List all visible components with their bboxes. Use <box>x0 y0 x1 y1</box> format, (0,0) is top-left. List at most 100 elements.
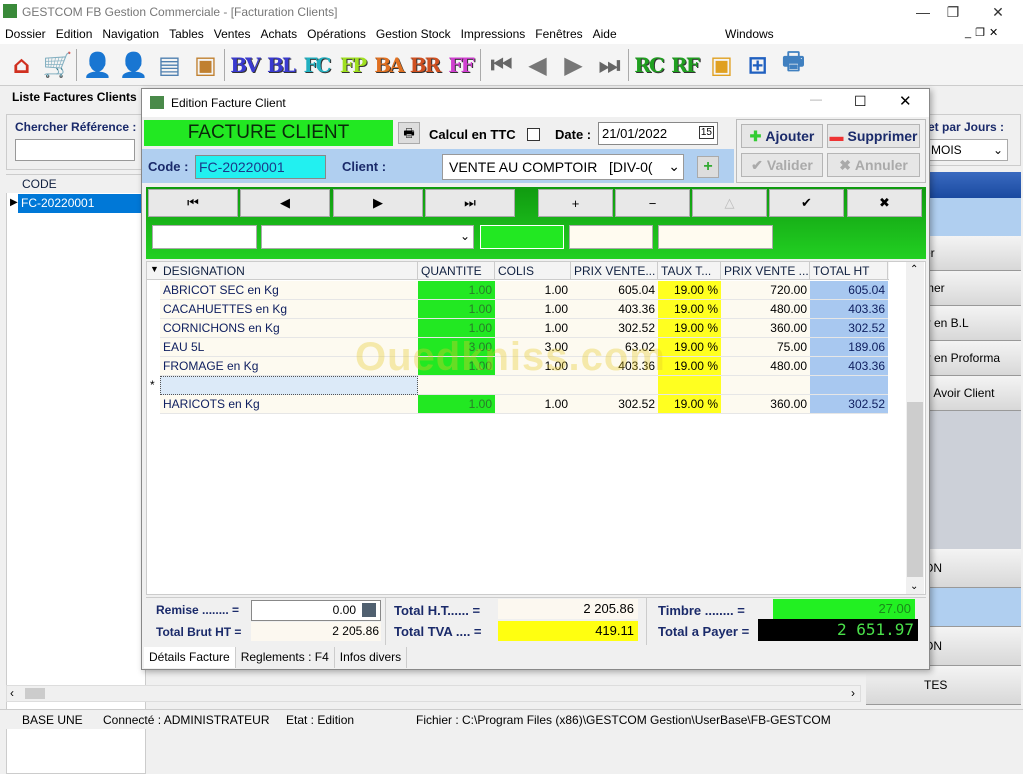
next-record-button[interactable]: ▶ <box>333 189 423 217</box>
edit-record-button[interactable]: △ <box>692 189 767 217</box>
network-icon[interactable]: ⊞ <box>740 48 773 82</box>
home-icon[interactable]: ⌂ <box>4 48 37 82</box>
toolbar-button-ba[interactable]: BA <box>372 48 405 82</box>
grid-cell-6[interactable]: 403.36 <box>810 357 888 376</box>
toolbar-button-rc[interactable]: RC <box>632 48 665 82</box>
filter-input-3[interactable] <box>569 225 653 249</box>
client-select[interactable]: VENTE AU COMPTOIR [DIV-0(⌄ <box>442 154 684 180</box>
grid-cell-5[interactable]: 720.00 <box>721 281 810 300</box>
grid-cell-6[interactable] <box>810 376 888 395</box>
tab-0[interactable]: Détails Facture <box>144 647 236 668</box>
menu-item[interactable]: Impressions <box>456 24 531 44</box>
toolbar-button-br[interactable]: BR <box>408 48 442 82</box>
filter-select[interactable]: ⌄ <box>261 225 474 249</box>
column-header[interactable]: QUANTITE <box>418 262 495 280</box>
calendar-icon[interactable]: 15 <box>698 126 714 139</box>
add-client-button[interactable]: + <box>697 156 719 178</box>
toolbar-button-fp[interactable]: FP <box>336 48 369 82</box>
menu-item[interactable]: Achats <box>255 24 302 44</box>
grid-cell-4[interactable]: 19.00 % <box>658 338 721 357</box>
column-header[interactable]: TOTAL HT <box>810 262 888 280</box>
supplier-icon[interactable]: 👤 <box>116 48 149 82</box>
grid-cell-5[interactable]: 75.00 <box>721 338 810 357</box>
menu-item[interactable]: Dossier <box>0 24 51 44</box>
column-code[interactable]: CODE <box>6 175 145 193</box>
prev-arrow-icon[interactable]: ◀ <box>520 48 553 82</box>
menu-item[interactable]: Navigation <box>97 24 164 44</box>
grid-cell-3[interactable]: 605.04 <box>571 281 658 300</box>
tab-2[interactable]: Infos divers <box>334 647 408 668</box>
grid-cell-0[interactable]: CACAHUETTES en Kg <box>160 300 418 319</box>
mdi-controls[interactable]: _❐✕ <box>965 26 1002 39</box>
column-header[interactable]: PRIX VENTE ... <box>721 262 810 280</box>
next-arrow-icon[interactable]: ▶ <box>556 48 589 82</box>
grid-cell-4[interactable]: 19.00 % <box>658 281 721 300</box>
grid-cell-6[interactable]: 302.52 <box>810 395 888 414</box>
box-icon[interactable]: ▣ <box>704 48 737 82</box>
column-header[interactable]: COLIS <box>495 262 571 280</box>
date-input[interactable]: 21/01/2022 15 <box>598 122 718 145</box>
calculator-icon[interactable] <box>362 603 376 617</box>
post-record-button[interactable]: ✔ <box>769 189 844 217</box>
cancel-button[interactable]: ✖ Annuler <box>827 153 920 177</box>
first-arrow-icon[interactable]: ⏮ <box>484 48 517 82</box>
dialog-maximize-button[interactable]: ☐ <box>854 93 867 110</box>
menu-item[interactable]: Edition <box>51 24 98 44</box>
grid-cell-4[interactable]: 19.00 % <box>658 319 721 338</box>
tab-1[interactable]: Reglements : F4 <box>235 647 335 668</box>
cart-icon[interactable]: 🛒 <box>40 48 73 82</box>
grid-cell-2[interactable]: 1.00 <box>495 395 571 414</box>
search-reference-input[interactable] <box>15 139 135 161</box>
filter-input-1[interactable] <box>152 225 257 249</box>
toolbar-button-fc[interactable]: FC <box>300 48 333 82</box>
grid-cell-1[interactable]: 1.00 <box>418 281 495 300</box>
filter-input-qty[interactable] <box>480 225 564 249</box>
menu-item[interactable]: Tables <box>164 24 209 44</box>
delete-record-button[interactable]: − <box>615 189 690 217</box>
grid-cell-1[interactable]: 1.00 <box>418 395 495 414</box>
toolbar-button-bv[interactable]: BV <box>228 48 261 82</box>
last-arrow-icon[interactable]: ⏭ <box>592 48 625 82</box>
menu-item[interactable]: Aide <box>588 24 622 44</box>
grid-cell-6[interactable]: 605.04 <box>810 281 888 300</box>
grid-cell-3[interactable]: 302.52 <box>571 395 658 414</box>
grid-cell-4[interactable]: 19.00 % <box>658 300 721 319</box>
print-icon[interactable]: 🖶 <box>398 122 420 144</box>
printer-icon[interactable]: 🖶 <box>776 47 809 82</box>
cancel-record-button[interactable]: ✖ <box>847 189 922 217</box>
toolbar-button-rf[interactable]: RF <box>668 48 701 82</box>
grid-cell-1[interactable]: 1.00 <box>418 300 495 319</box>
grid-cell-4[interactable] <box>658 376 721 395</box>
menu-item[interactable]: Opérations <box>302 24 371 44</box>
client-icon[interactable]: 👤 <box>80 48 113 82</box>
grid-cell-0[interactable]: HARICOTS en Kg <box>160 395 418 414</box>
grid-cell-5[interactable]: 480.00 <box>721 357 810 376</box>
calc-ttc-checkbox[interactable] <box>527 128 540 141</box>
right-bottom-item[interactable]: TES <box>866 666 1021 705</box>
menu-item[interactable]: Ventes <box>209 24 256 44</box>
code-input[interactable]: FC-20220001 <box>195 155 326 179</box>
add-record-button[interactable]: + <box>538 189 613 217</box>
grid-cell-2[interactable]: 1.00 <box>495 281 571 300</box>
grid-cell-6[interactable]: 403.36 <box>810 300 888 319</box>
dialog-minimize-button[interactable]: — <box>810 92 822 106</box>
grid-cell-5[interactable]: 360.00 <box>721 395 810 414</box>
column-header[interactable]: TAUX T... <box>658 262 721 280</box>
column-header[interactable]: PRIX VENTE... <box>571 262 658 280</box>
grid-cell-3[interactable]: 403.36 <box>571 300 658 319</box>
grid-cell-6[interactable]: 302.52 <box>810 319 888 338</box>
cash-register-icon[interactable]: ▤ <box>152 48 185 82</box>
last-record-button[interactable]: ⏭ <box>425 189 515 217</box>
menu-item[interactable]: Gestion Stock <box>371 24 456 44</box>
grid-cell-4[interactable]: 19.00 % <box>658 395 721 414</box>
grid-cell-5[interactable]: 360.00 <box>721 319 810 338</box>
filter-input-4[interactable] <box>658 225 773 249</box>
dialog-close-button[interactable]: ✕ <box>899 92 912 110</box>
close-button[interactable]: ✕ <box>978 0 1018 24</box>
vertical-scrollbar[interactable]: ⌃ ⌄ <box>906 262 924 594</box>
delete-button[interactable]: ▬ Supprimer <box>827 124 920 148</box>
horizontal-scrollbar[interactable]: ‹ › <box>6 685 861 702</box>
menu-item[interactable]: Fenêtres <box>530 24 587 44</box>
menu-windows[interactable]: Windows <box>725 24 774 44</box>
list-item-invoice[interactable]: FC-20220001 <box>18 194 145 213</box>
